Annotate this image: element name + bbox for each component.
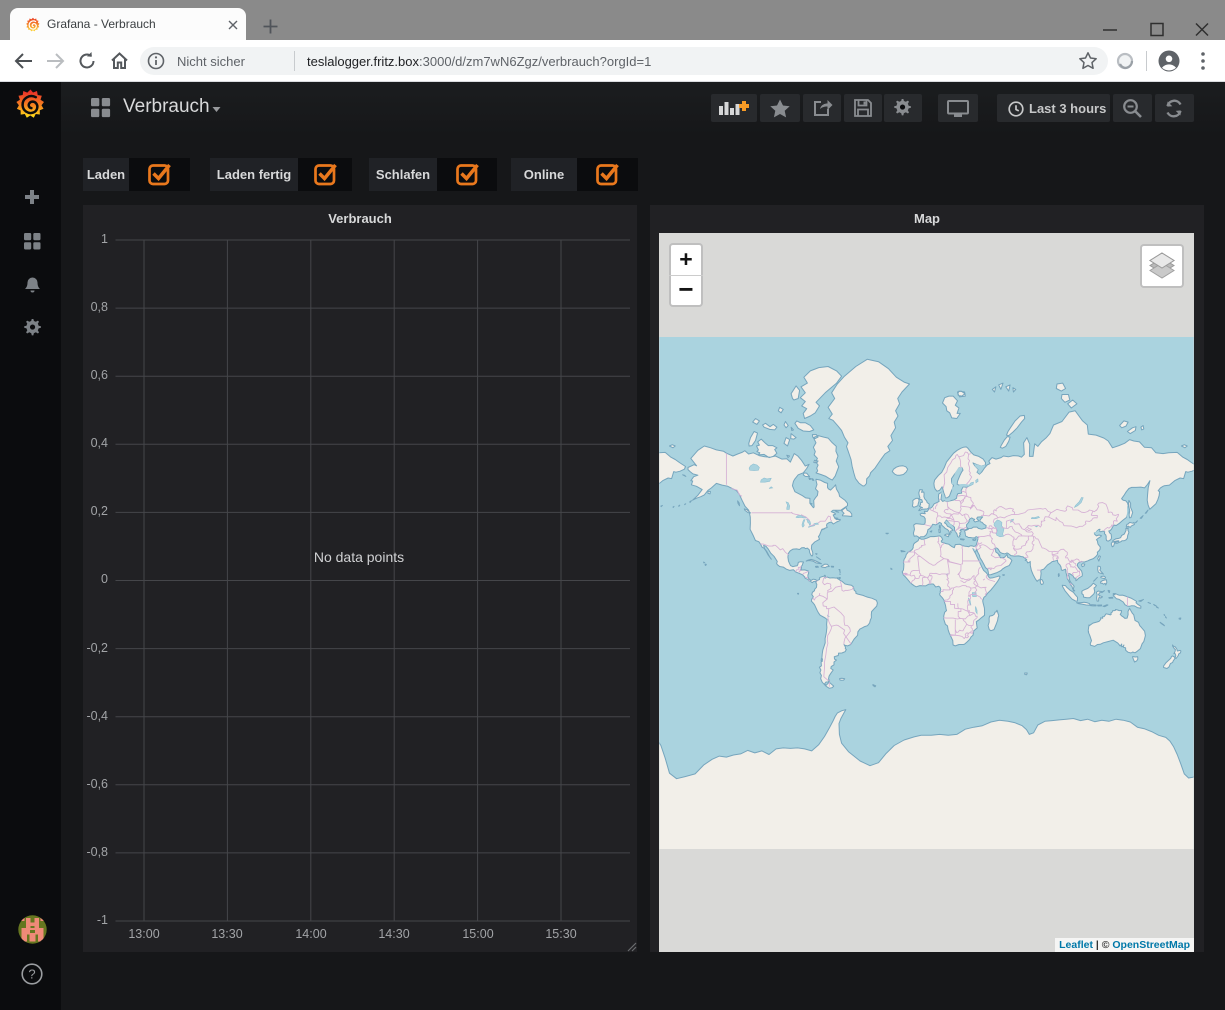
svg-text:?: ? xyxy=(28,967,35,982)
